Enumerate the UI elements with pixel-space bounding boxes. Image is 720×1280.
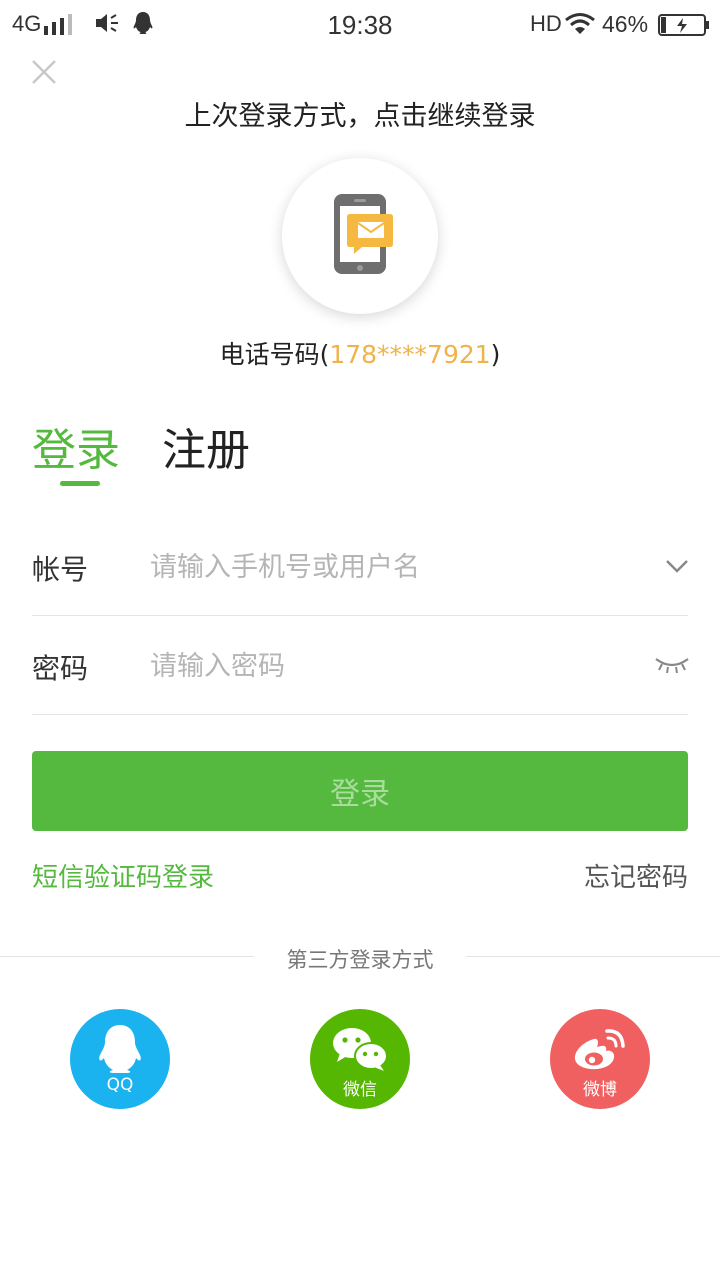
phone-message-icon xyxy=(334,194,393,274)
weibo-login-button[interactable]: 微博 xyxy=(550,1009,650,1109)
close-icon[interactable] xyxy=(30,58,58,86)
account-label: 帐号 xyxy=(32,553,89,586)
wifi-icon xyxy=(565,13,595,34)
last-login-account-avatar[interactable] xyxy=(282,158,438,314)
last-login-hint: 上次登录方式，点击继续登录 xyxy=(184,101,536,132)
login-button[interactable]: 登录 xyxy=(32,751,688,831)
tab-active-indicator xyxy=(60,481,100,486)
password-input[interactable] xyxy=(150,644,630,688)
status-bar: 4G 19:38 HD 46% xyxy=(0,0,720,50)
divider xyxy=(466,956,720,957)
battery-charging-icon xyxy=(658,14,709,36)
tab-login[interactable]: 登录 xyxy=(32,414,120,478)
forgot-password-link[interactable]: 忘记密码 xyxy=(584,857,688,894)
password-label: 密码 xyxy=(32,652,89,685)
qq-login-button[interactable]: QQ xyxy=(70,1009,170,1109)
chevron-down-icon[interactable] xyxy=(664,556,690,576)
weibo-label: 微博 xyxy=(583,1080,617,1100)
sms-login-link[interactable]: 短信验证码登录 xyxy=(32,857,214,894)
tab-register[interactable]: 注册 xyxy=(162,414,250,478)
masked-phone-number: 178****7921 xyxy=(329,340,491,369)
phone-suffix: ) xyxy=(490,340,501,369)
account-input[interactable] xyxy=(150,545,630,589)
divider xyxy=(32,615,688,616)
eye-closed-icon[interactable] xyxy=(654,655,690,677)
divider xyxy=(32,714,688,715)
phone-prefix: 电话号码( xyxy=(219,340,330,369)
qq-label: QQ xyxy=(106,1075,134,1095)
last-login-phone[interactable]: 电话号码(178****7921) xyxy=(0,335,720,371)
hd-indicator: HD xyxy=(530,11,562,36)
wechat-label: 微信 xyxy=(343,1080,377,1100)
wechat-login-button[interactable]: 微信 xyxy=(310,1009,410,1109)
battery-percent: 46% xyxy=(602,11,649,37)
third-party-title: 第三方登录方式 xyxy=(286,948,434,972)
